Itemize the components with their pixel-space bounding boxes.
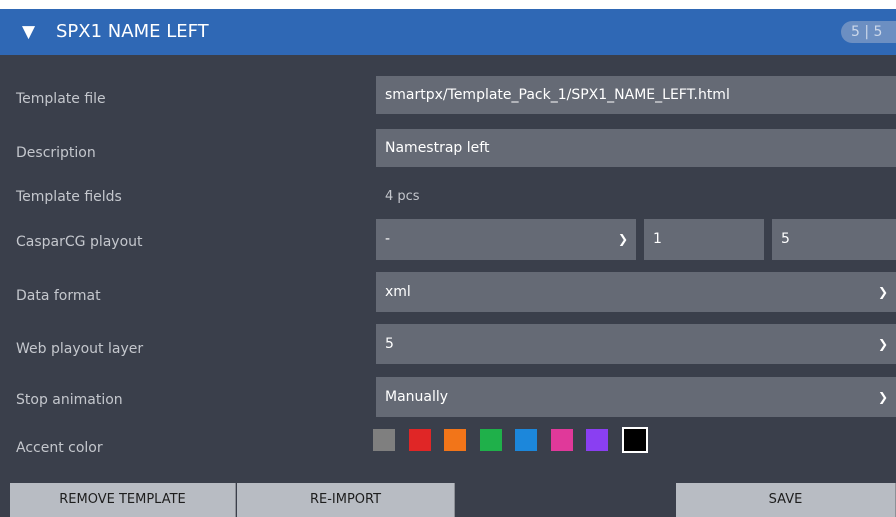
- template-file-field[interactable]: smartpx/Template_Pack_1/SPX1_NAME_LEFT.h…: [376, 76, 896, 114]
- stop-animation-value: Manually: [385, 389, 449, 405]
- item-counter-badge: 5 | 5: [841, 21, 896, 43]
- casparcg-layer-field[interactable]: 5: [772, 219, 896, 260]
- panel-header[interactable]: ▼ SPX1 NAME LEFT 5 | 5: [0, 9, 896, 55]
- data-format-label: Data format: [16, 288, 101, 304]
- template-fields-label: Template fields: [16, 189, 122, 205]
- accent-color-swatch[interactable]: [444, 429, 466, 451]
- description-field[interactable]: Namestrap left: [376, 129, 896, 167]
- template-fields-count: 4 pcs: [385, 189, 420, 204]
- accent-color-swatch[interactable]: [551, 429, 573, 451]
- description-label: Description: [16, 145, 96, 161]
- reimport-button[interactable]: RE-IMPORT: [237, 483, 455, 517]
- web-playout-layer-value: 5: [385, 336, 394, 352]
- save-button[interactable]: SAVE: [676, 483, 896, 517]
- accent-color-label: Accent color: [16, 440, 103, 456]
- chevron-down-icon: ❯: [877, 337, 888, 351]
- template-panel: ▼ SPX1 NAME LEFT 5 | 5 Template file sma…: [0, 9, 896, 517]
- accent-color-swatch[interactable]: [373, 429, 395, 451]
- accent-color-swatch[interactable]: [409, 429, 431, 451]
- chevron-down-icon: ❯: [617, 232, 628, 246]
- accent-color-swatch[interactable]: [622, 427, 648, 453]
- casparcg-playout-label: CasparCG playout: [16, 234, 143, 250]
- web-playout-layer-select[interactable]: 5 ❯: [376, 324, 896, 364]
- data-format-value: xml: [385, 284, 411, 300]
- chevron-down-icon: ❯: [877, 285, 888, 299]
- accent-color-swatch[interactable]: [586, 429, 608, 451]
- panel-title: SPX1 NAME LEFT: [56, 21, 209, 42]
- stop-animation-select[interactable]: Manually ❯: [376, 377, 896, 417]
- casparcg-channel-field[interactable]: 1: [644, 219, 764, 260]
- chevron-down-icon: ❯: [877, 390, 888, 404]
- remove-template-button[interactable]: REMOVE TEMPLATE: [10, 483, 236, 517]
- accent-color-swatch[interactable]: [480, 429, 502, 451]
- template-file-label: Template file: [16, 91, 106, 107]
- casparcg-server-select[interactable]: - ❯: [376, 219, 636, 260]
- data-format-select[interactable]: xml ❯: [376, 272, 896, 312]
- web-playout-layer-label: Web playout layer: [16, 341, 144, 357]
- collapse-triangle-icon[interactable]: ▼: [22, 22, 35, 42]
- casparcg-server-value: -: [385, 231, 391, 247]
- stop-animation-label: Stop animation: [16, 392, 123, 408]
- accent-color-swatch[interactable]: [515, 429, 537, 451]
